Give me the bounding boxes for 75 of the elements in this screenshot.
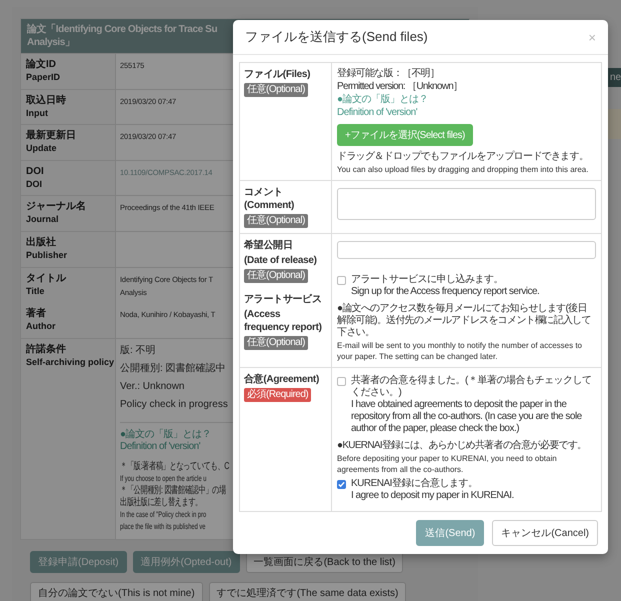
optional-badge: 任意(Optional): [244, 214, 308, 228]
field-label: Input: [26, 106, 48, 120]
form-label: コメント(Comment): [244, 186, 296, 212]
field-label: Update: [26, 142, 57, 156]
field-label: Title: [26, 284, 44, 298]
action-button[interactable]: 登録申請(Deposit): [30, 550, 127, 573]
field-label: DOI: [26, 178, 42, 191]
field-label: 最新更新日: [26, 129, 76, 142]
field-label: Publisher: [26, 248, 68, 262]
version-link[interactable]: ●論文の「版」とは？: [120, 428, 212, 441]
optional-badge: 任意(Optional): [244, 269, 308, 283]
field-label: 許諾条件: [26, 342, 66, 356]
help-link[interactable]: ●論文の「版」とは？: [337, 94, 428, 106]
field-label: 取込日時: [26, 94, 66, 107]
checkbox-label: 共著者の合意を得ました。(＊単著の場合もチェックしてください。): [351, 375, 592, 399]
help-text: 登録可能な版：［不明］: [337, 68, 440, 80]
form-label: 合意(Agreement): [244, 373, 319, 386]
side-button[interactable]: ne: [608, 68, 621, 87]
checkbox-label: アラートサービスに申し込みます。: [351, 274, 503, 286]
date-field[interactable]: [337, 241, 596, 259]
field-label: タイトル: [26, 272, 66, 285]
form-label: 希望公開日: [244, 239, 293, 252]
field-label: DOI: [26, 164, 44, 178]
help-text: Before depositing your paper to KURENAI, you need to obtain agreements from all the co-authors.: [337, 453, 558, 475]
help-text: ●論文へのアクセス数を毎月メールにてお知らせします(後日解除可能)。送付先のメールアドレスをコメント欄に記入して下さい。: [337, 303, 592, 339]
help-text: E-mail will be sent to you monthly to notify the number of accesses to your paper. The setting can be changed later.: [337, 340, 584, 362]
field-label: PaperID: [26, 71, 60, 84]
policy-text: 版: 不明: [120, 344, 156, 357]
policy-note: place the file with its published ve: [120, 520, 206, 533]
comment-field[interactable]: [337, 188, 596, 220]
field-label: 著者: [26, 307, 46, 320]
field-label: 出版社: [26, 236, 56, 249]
field-label: Journal: [26, 213, 59, 226]
select-files-button[interactable]: +ファイルを選択(Select files): [337, 124, 473, 146]
help-text: ドラッグ＆ドロップでもファイルをアップロードできます。: [337, 151, 590, 163]
help-link[interactable]: Definition of 'version': [337, 107, 418, 119]
cancel-button[interactable]: キャンセル(Cancel): [492, 520, 598, 546]
checkbox[interactable]: [337, 276, 346, 285]
field-label: 論文ID: [26, 58, 56, 71]
help-text: You can also upload files by dragging and dropping them into this area.: [337, 164, 590, 175]
action-button[interactable]: 適用例外(Opted-out): [132, 550, 240, 573]
required-badge: 必須(Required): [244, 388, 312, 402]
help-text: ●KUERNAI登録には、あらかじめ共著者の合意が必要です。: [337, 440, 588, 452]
optional-badge: 任意(Optional): [244, 83, 308, 97]
card-title: Analysis」: [27, 36, 75, 49]
checkbox[interactable]: [337, 480, 346, 489]
field-label: Author: [26, 320, 56, 334]
field-label: Self-archiving policy: [26, 356, 114, 369]
policy-text: 公開種別: 図書館確認中: [120, 362, 226, 375]
dialog-title: ファイルを送信する(Send files): [245, 28, 428, 46]
notice-panel: [608, 109, 621, 139]
checkbox-label: I agree to deposit my paper in KURENAI.: [351, 490, 514, 502]
policy-note: If you choose to open the article u: [120, 472, 206, 484]
policy-text: Policy check in progress: [120, 398, 228, 411]
form-label: (Access frequency report): [244, 308, 323, 334]
checkbox-label: KURENAI登録に合意します。: [351, 478, 478, 490]
field-label: ジャーナル名: [26, 200, 86, 214]
action-button[interactable]: すでに処理済です(The same data exists): [208, 582, 406, 601]
checkbox-label: Sign up for the Access frequency report service.: [351, 286, 540, 298]
form-label: ファイル(Files): [244, 68, 310, 81]
version-link[interactable]: Definition of 'version': [120, 440, 200, 453]
form-label: (Date of release): [244, 254, 317, 267]
policy-note: In the case of "Policy check in pro: [120, 508, 206, 521]
policy-text: Ver.: Unknown: [120, 380, 184, 393]
policy-note: ＊「版:著者稿」となっていても、C: [120, 460, 230, 473]
checkbox-label: I have obtained agreements to deposit the paper in the repository from all the co-authors. (In case you are the sole author of the paper, please check the box.): [351, 399, 583, 435]
action-button[interactable]: 自分の論文でない(This is not mine): [30, 582, 203, 601]
help-text: Permitted version: ［Unknown］: [337, 81, 464, 93]
close-button[interactable]: ×: [588, 30, 596, 44]
policy-note: ＊「公開種別: 図書館確認中」の場: [120, 484, 226, 496]
checkbox[interactable]: [337, 377, 346, 386]
policy-note: 出版社版に差し替えます。: [120, 496, 202, 509]
form-label: アラートサービス: [244, 293, 322, 306]
optional-badge: 任意(Optional): [244, 336, 308, 350]
card-title: 論文「Identifying Core Objects for Trace Su: [27, 23, 218, 36]
